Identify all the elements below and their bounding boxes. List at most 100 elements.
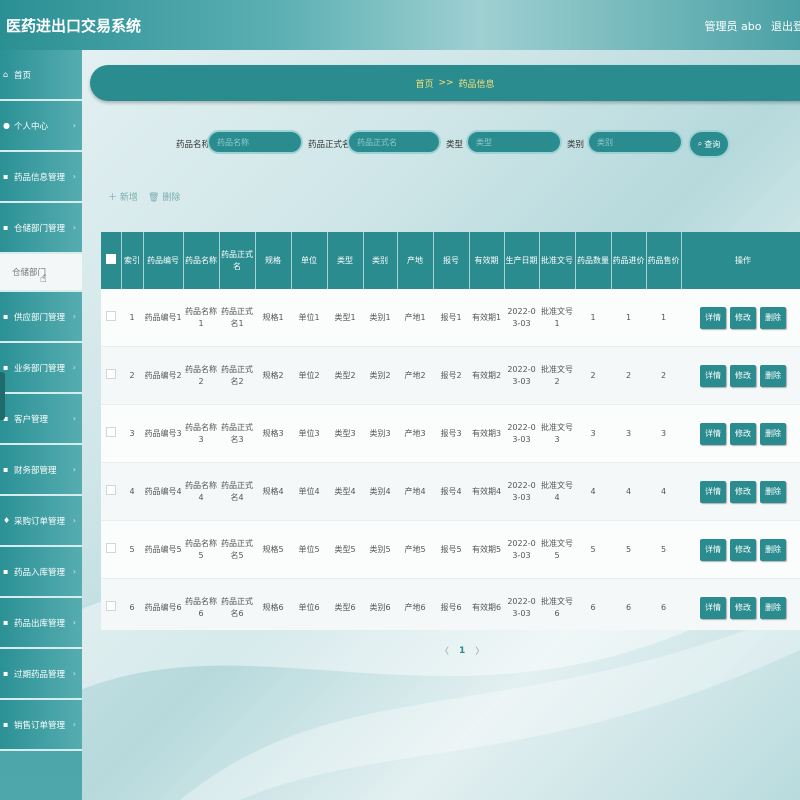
batch-delete-button[interactable]: 🗑 删除 bbox=[148, 190, 180, 203]
row-select-cell bbox=[101, 346, 121, 405]
next-page-button[interactable]: 〉 bbox=[475, 644, 484, 657]
table-cell: 单位1 bbox=[291, 289, 327, 347]
table-cell: 药品正式名3 bbox=[219, 404, 255, 463]
sidebar-item[interactable]: ▪ 客户管理 › bbox=[0, 394, 82, 445]
delete-button[interactable]: 删除 bbox=[760, 538, 786, 561]
detail-button[interactable]: 详情 bbox=[700, 422, 726, 445]
table-cell: 批准文号2 bbox=[539, 346, 575, 405]
row-checkbox[interactable] bbox=[106, 368, 116, 379]
query-button[interactable]: ⌕ 查询 bbox=[688, 130, 730, 158]
grid-icon: ▪ bbox=[3, 172, 9, 181]
delete-button[interactable]: 删除 bbox=[760, 364, 786, 387]
edit-button[interactable]: 修改 bbox=[730, 480, 756, 503]
sidebar-item[interactable]: ▪ 业务部门管理 › bbox=[0, 343, 82, 394]
table-cell: 类别3 bbox=[363, 404, 397, 463]
logout-link[interactable]: 退出登 bbox=[771, 20, 800, 33]
row-checkbox[interactable] bbox=[106, 600, 116, 611]
table-cell: 有效期6 bbox=[469, 578, 504, 630]
table-cell: 3 bbox=[646, 404, 681, 463]
row-checkbox[interactable] bbox=[106, 484, 116, 495]
row-checkbox[interactable] bbox=[106, 542, 116, 553]
table-cell: 6 bbox=[575, 578, 611, 630]
search-input-type[interactable] bbox=[466, 130, 562, 154]
detail-button[interactable]: 详情 bbox=[700, 596, 726, 619]
edit-button[interactable]: 修改 bbox=[730, 596, 756, 619]
table-cell: 报号2 bbox=[433, 346, 469, 405]
table-cell: 类别5 bbox=[363, 520, 397, 579]
add-button[interactable]: ＋ 新增 bbox=[108, 190, 138, 203]
delete-button[interactable]: 删除 bbox=[760, 596, 786, 619]
delete-button[interactable]: 删除 bbox=[760, 422, 786, 445]
table-cell: 规格1 bbox=[255, 289, 291, 347]
table-row: 4 药品编号4 药品名称4 药品正式名4 规格4 单位4 类型4 类别4 产地4 报号4 有效期4 2… bbox=[101, 462, 800, 521]
table-cell: 批准文号1 bbox=[539, 289, 575, 347]
current-page[interactable]: 1 bbox=[459, 646, 465, 656]
delete-label: 删除 bbox=[162, 193, 181, 203]
search-input-drug-name[interactable] bbox=[207, 130, 303, 154]
table-cell: 4 bbox=[611, 462, 646, 521]
sidebar-item[interactable]: ▪ 销售订单管理 › bbox=[0, 700, 82, 751]
row-checkbox[interactable] bbox=[106, 426, 116, 437]
table-cell: 药品正式名6 bbox=[219, 578, 255, 630]
sidebar-item[interactable]: ▪ 药品出库管理 › bbox=[0, 598, 82, 649]
breadcrumb: 首页 >> 药品信息 bbox=[90, 65, 800, 101]
edit-button[interactable]: 修改 bbox=[730, 306, 756, 329]
sidebar-item[interactable]: ♦ 采购订单管理 › bbox=[0, 496, 82, 547]
table-cell: 类型3 bbox=[327, 404, 363, 463]
drug-table: 索引 药品编号 药品名称 药品正式名 规格 单位 类型 类别 产地 报号 有效期 生产日期 批准文号 药品… bbox=[101, 232, 800, 630]
table-cell: 4 bbox=[575, 462, 611, 521]
table-cell: 有效期5 bbox=[469, 520, 504, 579]
search-input-category[interactable] bbox=[587, 130, 683, 154]
detail-button[interactable]: 详情 bbox=[700, 480, 726, 503]
table-cell: 类别2 bbox=[363, 346, 397, 405]
detail-button[interactable]: 详情 bbox=[700, 306, 726, 329]
select-all-checkbox[interactable] bbox=[105, 253, 116, 264]
table-cell: 药品名称6 bbox=[183, 578, 219, 630]
sidebar-item[interactable]: ▪ 财务部管理 › bbox=[0, 445, 82, 496]
delete-button[interactable]: 删除 bbox=[760, 480, 786, 503]
sidebar-item[interactable]: ▪ 药品入库管理 › bbox=[0, 547, 82, 598]
table-cell: 药品正式名2 bbox=[219, 346, 255, 405]
sidebar-item[interactable]: ⌂ 首页 bbox=[0, 50, 82, 101]
table-cell: 报号4 bbox=[433, 462, 469, 521]
table-cell: 有效期3 bbox=[469, 404, 504, 463]
sidebar-item-label: 药品信息管理 bbox=[14, 172, 66, 183]
breadcrumb-home[interactable]: 首页 bbox=[415, 77, 433, 90]
edit-button[interactable]: 修改 bbox=[730, 364, 756, 387]
chevron-right-icon: › bbox=[72, 121, 76, 130]
table-cell: 产地1 bbox=[397, 289, 433, 347]
sidebar-item[interactable]: ▪ 药品信息管理 › bbox=[0, 152, 82, 203]
sidebar-item[interactable]: ▪ 供应部门管理 › bbox=[0, 292, 82, 343]
table-cell: 产地4 bbox=[397, 462, 433, 521]
table-cell: 有效期1 bbox=[469, 289, 504, 347]
search-input-formal-name[interactable] bbox=[347, 130, 441, 154]
column-header: 生产日期 bbox=[504, 232, 540, 289]
detail-button[interactable]: 详情 bbox=[700, 538, 726, 561]
chevron-right-icon: › bbox=[72, 223, 76, 232]
chevron-right-icon: › bbox=[72, 363, 76, 372]
table-cell: 批准文号3 bbox=[539, 404, 575, 463]
chevron-right-icon: › bbox=[72, 720, 76, 729]
table-cell: 药品名称5 bbox=[183, 520, 219, 579]
table-cell: 类型4 bbox=[327, 462, 363, 521]
table-cell: 2022-03-03 bbox=[504, 404, 539, 463]
sidebar-item[interactable]: ▪ 过期药品管理 › bbox=[0, 649, 82, 700]
edit-button[interactable]: 修改 bbox=[730, 538, 756, 561]
submenu-item-warehouse[interactable]: 仓储部门 ☝ bbox=[0, 254, 82, 292]
grid-icon: ▪ bbox=[3, 567, 9, 576]
table-cell: 类别1 bbox=[363, 289, 397, 347]
sidebar-item[interactable]: ▪ 仓储部门管理 › bbox=[0, 203, 82, 254]
detail-button[interactable]: 详情 bbox=[700, 364, 726, 387]
hand-cursor-icon: ☝ bbox=[40, 271, 47, 285]
sidebar-item[interactable]: ● 个人中心 › bbox=[0, 101, 82, 152]
sidebar-collapse-handle[interactable] bbox=[0, 372, 5, 420]
pagination: 〈 1 〉 bbox=[440, 644, 484, 658]
table-row: 2 药品编号2 药品名称2 药品正式名2 规格2 单位2 类型2 类别2 产地2 报号2 有效期2 2… bbox=[101, 346, 800, 405]
row-checkbox[interactable] bbox=[106, 310, 116, 321]
table-cell: 单位4 bbox=[291, 462, 327, 521]
table-cell: 类型1 bbox=[327, 289, 363, 347]
delete-button[interactable]: 删除 bbox=[760, 306, 786, 329]
edit-button[interactable]: 修改 bbox=[730, 422, 756, 445]
prev-page-button[interactable]: 〈 bbox=[440, 644, 449, 657]
home-icon: ⌂ bbox=[3, 70, 9, 79]
